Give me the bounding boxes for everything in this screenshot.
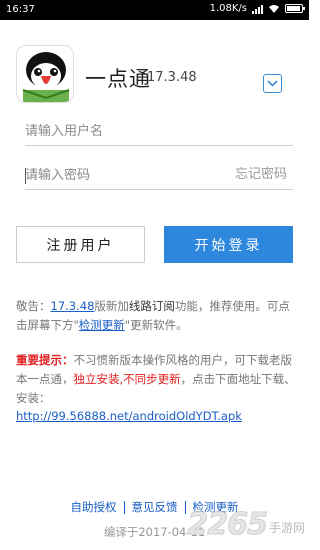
notice-highlight: 线路订阅 [128,299,175,313]
forgot-password-link[interactable]: 忘记密码 [235,163,287,182]
important-tag: 重要提示： [16,353,74,367]
watermark: 2265 手游网 [187,507,305,543]
chevron-down-icon [267,80,278,87]
signal-icon [252,4,263,14]
username-field[interactable] [25,116,293,146]
notice-text: 敬告：17.3.48版新加线路订阅功能，推荐使用。可点击屏幕下方"检测更新"更新… [16,297,296,335]
footer-divider [184,500,186,514]
battery-icon [285,4,305,13]
password-input[interactable] [25,168,215,183]
password-field[interactable]: 忘记密码 [25,160,293,190]
footer-divider [123,500,125,514]
wifi-icon [269,4,279,13]
status-right: 1.08K/s [209,3,305,14]
login-button[interactable]: 开始登录 [164,226,293,263]
notice-text1: 版新加 [94,299,129,313]
app-version: 17.3.48 [147,70,197,85]
app-name: 一点通 [85,67,151,91]
notice-prefix: 敬告： [16,299,51,313]
old-version-apk-link[interactable]: http://99.56888.net/androidOldYDT.apk [16,409,242,423]
parrot-logo-icon [17,46,73,102]
network-speed: 1.08K/s [209,3,247,14]
status-time: 16:37 [6,4,35,15]
watermark-text: 手游网 [268,521,305,535]
app-logo [16,45,74,103]
check-update-link[interactable]: 检测更新 [79,318,125,332]
important-red-text: 独立安装,不同步更新 [73,372,181,386]
battery-fill [287,6,300,11]
username-input[interactable] [25,124,215,139]
account-dropdown-button[interactable] [263,74,282,93]
notice-version-link[interactable]: 17.3.48 [51,299,95,313]
footer-link-self-authorize[interactable]: 自助授权 [71,499,117,515]
footer-link-feedback[interactable]: 意见反馈 [132,499,178,515]
important-notice: 重要提示：不习惯新版本操作风格的用户，可下载老版本一点通，独立安装,不同步更新，… [16,351,296,408]
notice-text3: "更新软件。 [124,318,188,332]
register-button[interactable]: 注册用户 [16,226,145,263]
status-bar: 16:37 1.08K/s [0,0,309,20]
watermark-brand: 2265 [187,507,268,543]
